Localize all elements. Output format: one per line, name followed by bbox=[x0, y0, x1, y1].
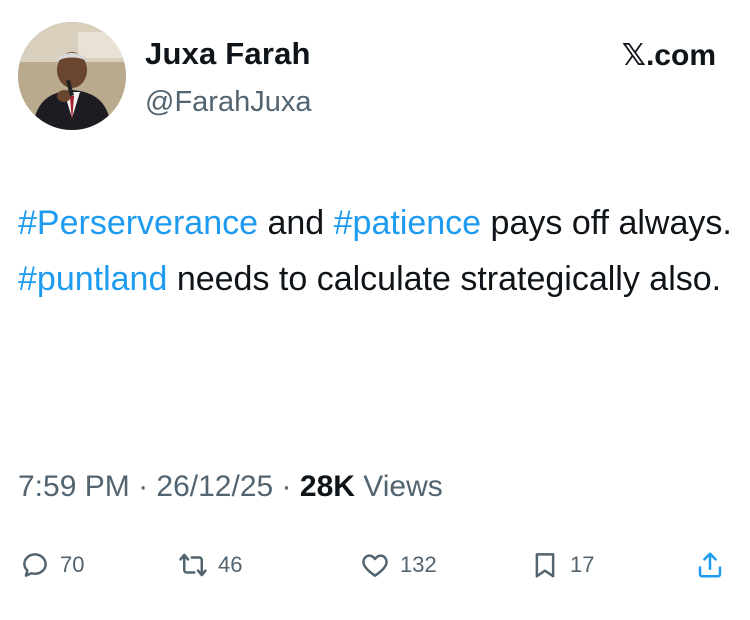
views-count: 28K bbox=[299, 470, 355, 503]
tweet-meta: 7:59 PM · 26/12/25 · 28K Views bbox=[18, 470, 443, 504]
tweet-text-segment: and bbox=[258, 204, 334, 242]
hashtag-link[interactable]: #patience bbox=[334, 204, 481, 242]
tweet-date[interactable]: 26/12/25 bbox=[156, 470, 273, 503]
reply-button[interactable]: 70 bbox=[20, 540, 84, 590]
repost-button[interactable]: 46 bbox=[178, 540, 242, 590]
like-icon bbox=[362, 554, 388, 577]
avatar[interactable] bbox=[18, 22, 126, 130]
views-label: Views bbox=[363, 470, 443, 503]
reply-count: 70 bbox=[60, 552, 85, 577]
tweet-time[interactable]: 7:59 PM bbox=[18, 470, 130, 503]
hashtag-link[interactable]: #Perserverance bbox=[18, 204, 258, 242]
hashtag-link[interactable]: #puntland bbox=[18, 260, 167, 298]
repost-count: 46 bbox=[218, 552, 243, 577]
meta-separator: · bbox=[281, 470, 292, 503]
author-handle[interactable]: @FarahJuxa bbox=[145, 86, 311, 119]
brand-suffix: .com bbox=[645, 39, 716, 72]
like-button[interactable]: 132 bbox=[360, 540, 437, 590]
brand-logo: 𝕏.com bbox=[622, 38, 716, 73]
bookmark-count: 17 bbox=[570, 552, 595, 577]
tweet-text-segment: pays off always. bbox=[481, 204, 732, 242]
bookmark-icon bbox=[535, 553, 555, 578]
tweet-text: #Perserverance and #patience pays off al… bbox=[18, 195, 738, 307]
like-count: 132 bbox=[400, 552, 437, 577]
author-name[interactable]: Juxa Farah bbox=[145, 36, 311, 72]
repost-icon bbox=[179, 553, 207, 577]
x-logo-icon: 𝕏 bbox=[621, 38, 646, 73]
tweet-text-segment: needs to calculate strategically also. bbox=[167, 260, 722, 298]
meta-separator: · bbox=[138, 470, 149, 503]
share-button[interactable] bbox=[695, 540, 725, 590]
tweet-card: Juxa Farah @FarahJuxa 𝕏.com #Perserveran… bbox=[0, 0, 750, 620]
share-icon bbox=[698, 552, 722, 578]
reply-icon bbox=[23, 553, 47, 577]
avatar-photo bbox=[18, 22, 126, 130]
bookmark-button[interactable]: 17 bbox=[530, 540, 594, 590]
action-bar: 70 46 132 17 bbox=[0, 540, 750, 590]
